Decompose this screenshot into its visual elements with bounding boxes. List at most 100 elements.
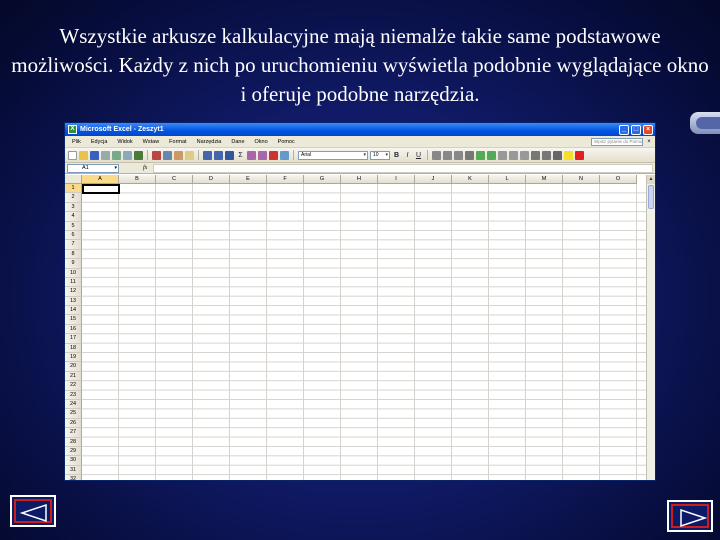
row-header[interactable]: 8	[65, 249, 82, 260]
increase-indent-icon[interactable]	[542, 150, 551, 160]
row-header[interactable]: 3	[65, 202, 82, 213]
paste-icon[interactable]	[174, 150, 183, 160]
menu-format[interactable]: Format	[164, 139, 191, 145]
row-header[interactable]: 1	[65, 184, 82, 194]
row-header[interactable]: 31	[65, 465, 82, 476]
decrease-decimal-icon[interactable]	[520, 150, 529, 160]
cut-icon[interactable]	[152, 150, 161, 160]
row-header[interactable]: 27	[65, 428, 82, 438]
row-header[interactable]: 10	[65, 268, 82, 278]
merge-center-icon[interactable]	[465, 150, 474, 160]
row-header[interactable]: 14	[65, 306, 82, 316]
column-header[interactable]: K	[452, 175, 489, 184]
autosum-icon[interactable]: Σ	[236, 152, 245, 159]
row-header[interactable]: 7	[65, 240, 82, 250]
open-folder-icon[interactable]	[79, 150, 88, 160]
fill-color-icon[interactable]	[564, 150, 573, 160]
formula-input[interactable]	[153, 163, 653, 173]
row-header[interactable]: 28	[65, 437, 82, 447]
decrease-indent-icon[interactable]	[531, 150, 540, 160]
redo-icon[interactable]	[214, 150, 223, 160]
row-header[interactable]: 11	[65, 277, 82, 288]
row-header[interactable]: 22	[65, 381, 82, 391]
format-painter-icon[interactable]	[185, 150, 194, 160]
copy-icon[interactable]	[163, 150, 172, 160]
save-icon[interactable]	[90, 150, 99, 160]
row-header[interactable]: 6	[65, 230, 82, 241]
row-header[interactable]: 17	[65, 334, 82, 344]
font-size-select[interactable]: 10	[370, 150, 390, 160]
row-header[interactable]: 23	[65, 390, 82, 400]
underline-button[interactable]: U	[414, 152, 423, 159]
hyperlink-icon[interactable]	[225, 150, 234, 160]
row-header[interactable]: 20	[65, 362, 82, 372]
chart-wizard-icon[interactable]	[269, 150, 278, 160]
row-header[interactable]: 32	[65, 475, 82, 480]
undo-icon[interactable]	[203, 150, 212, 160]
row-header[interactable]: 19	[65, 353, 82, 363]
font-name-select[interactable]: Arial	[298, 150, 368, 160]
row-header[interactable]: 15	[65, 315, 82, 325]
thousands-icon[interactable]	[498, 150, 507, 160]
menu-okno[interactable]: Okno	[250, 139, 273, 145]
column-header[interactable]: J	[415, 175, 452, 184]
previous-slide-button[interactable]	[10, 495, 56, 527]
help-search-input[interactable]: Wpisz pytanie do Pomocy	[591, 137, 643, 146]
column-header[interactable]: N	[563, 175, 600, 184]
row-header[interactable]: 9	[65, 259, 82, 269]
font-color-icon[interactable]	[575, 150, 584, 160]
row-header[interactable]: 26	[65, 418, 82, 429]
maximize-button[interactable]: □	[631, 124, 641, 135]
scroll-thumb[interactable]	[648, 185, 654, 209]
row-header[interactable]: 2	[65, 193, 82, 203]
document-close-button[interactable]: ×	[645, 139, 653, 145]
align-right-icon[interactable]	[454, 150, 463, 160]
column-header[interactable]: M	[526, 175, 563, 184]
minimize-button[interactable]: _	[619, 124, 629, 135]
align-center-icon[interactable]	[443, 150, 452, 160]
row-header[interactable]: 18	[65, 343, 82, 354]
permission-icon[interactable]	[101, 150, 110, 160]
sort-descending-icon[interactable]	[258, 150, 267, 160]
row-header[interactable]: 12	[65, 287, 82, 297]
column-header[interactable]: H	[341, 175, 378, 184]
next-slide-button[interactable]	[667, 500, 713, 532]
cell-area[interactable]	[82, 184, 646, 480]
scroll-up-arrow-icon[interactable]: ▲	[647, 175, 655, 184]
column-header[interactable]: C	[156, 175, 193, 184]
menu-dane[interactable]: Dane	[226, 139, 249, 145]
sort-ascending-icon[interactable]	[247, 150, 256, 160]
row-header[interactable]: 4	[65, 212, 82, 222]
column-header[interactable]: G	[304, 175, 341, 184]
menu-wstaw[interactable]: Wstaw	[138, 139, 165, 145]
active-cell-a1[interactable]	[82, 184, 120, 195]
select-all-corner[interactable]	[65, 175, 82, 184]
borders-icon[interactable]	[553, 150, 562, 160]
menu-plik[interactable]: Plik	[67, 139, 86, 145]
spelling-icon[interactable]	[134, 150, 143, 160]
italic-button[interactable]: I	[403, 152, 412, 159]
menu-widok[interactable]: Widok	[112, 139, 137, 145]
percent-icon[interactable]	[487, 150, 496, 160]
column-header[interactable]: F	[267, 175, 304, 184]
column-header[interactable]: D	[193, 175, 230, 184]
menu-edycja[interactable]: Edycja	[86, 139, 113, 145]
menu-pomoc[interactable]: Pomoc	[273, 139, 300, 145]
row-header[interactable]: 5	[65, 221, 82, 231]
column-header[interactable]: O	[600, 175, 637, 184]
row-header[interactable]: 24	[65, 399, 82, 410]
fx-icon[interactable]: fx	[143, 165, 147, 171]
print-icon[interactable]	[112, 150, 121, 160]
row-header[interactable]: 21	[65, 371, 82, 382]
drawing-icon[interactable]	[280, 150, 289, 160]
row-header[interactable]: 16	[65, 324, 82, 335]
close-button[interactable]: ×	[643, 124, 653, 135]
column-header[interactable]: I	[378, 175, 415, 184]
align-left-icon[interactable]	[432, 150, 441, 160]
menu-narzedzia[interactable]: Narzędzia	[192, 139, 227, 145]
increase-decimal-icon[interactable]	[509, 150, 518, 160]
row-header[interactable]: 25	[65, 409, 82, 419]
column-header[interactable]: B	[119, 175, 156, 184]
new-document-icon[interactable]	[68, 150, 77, 160]
print-preview-icon[interactable]	[123, 150, 132, 160]
